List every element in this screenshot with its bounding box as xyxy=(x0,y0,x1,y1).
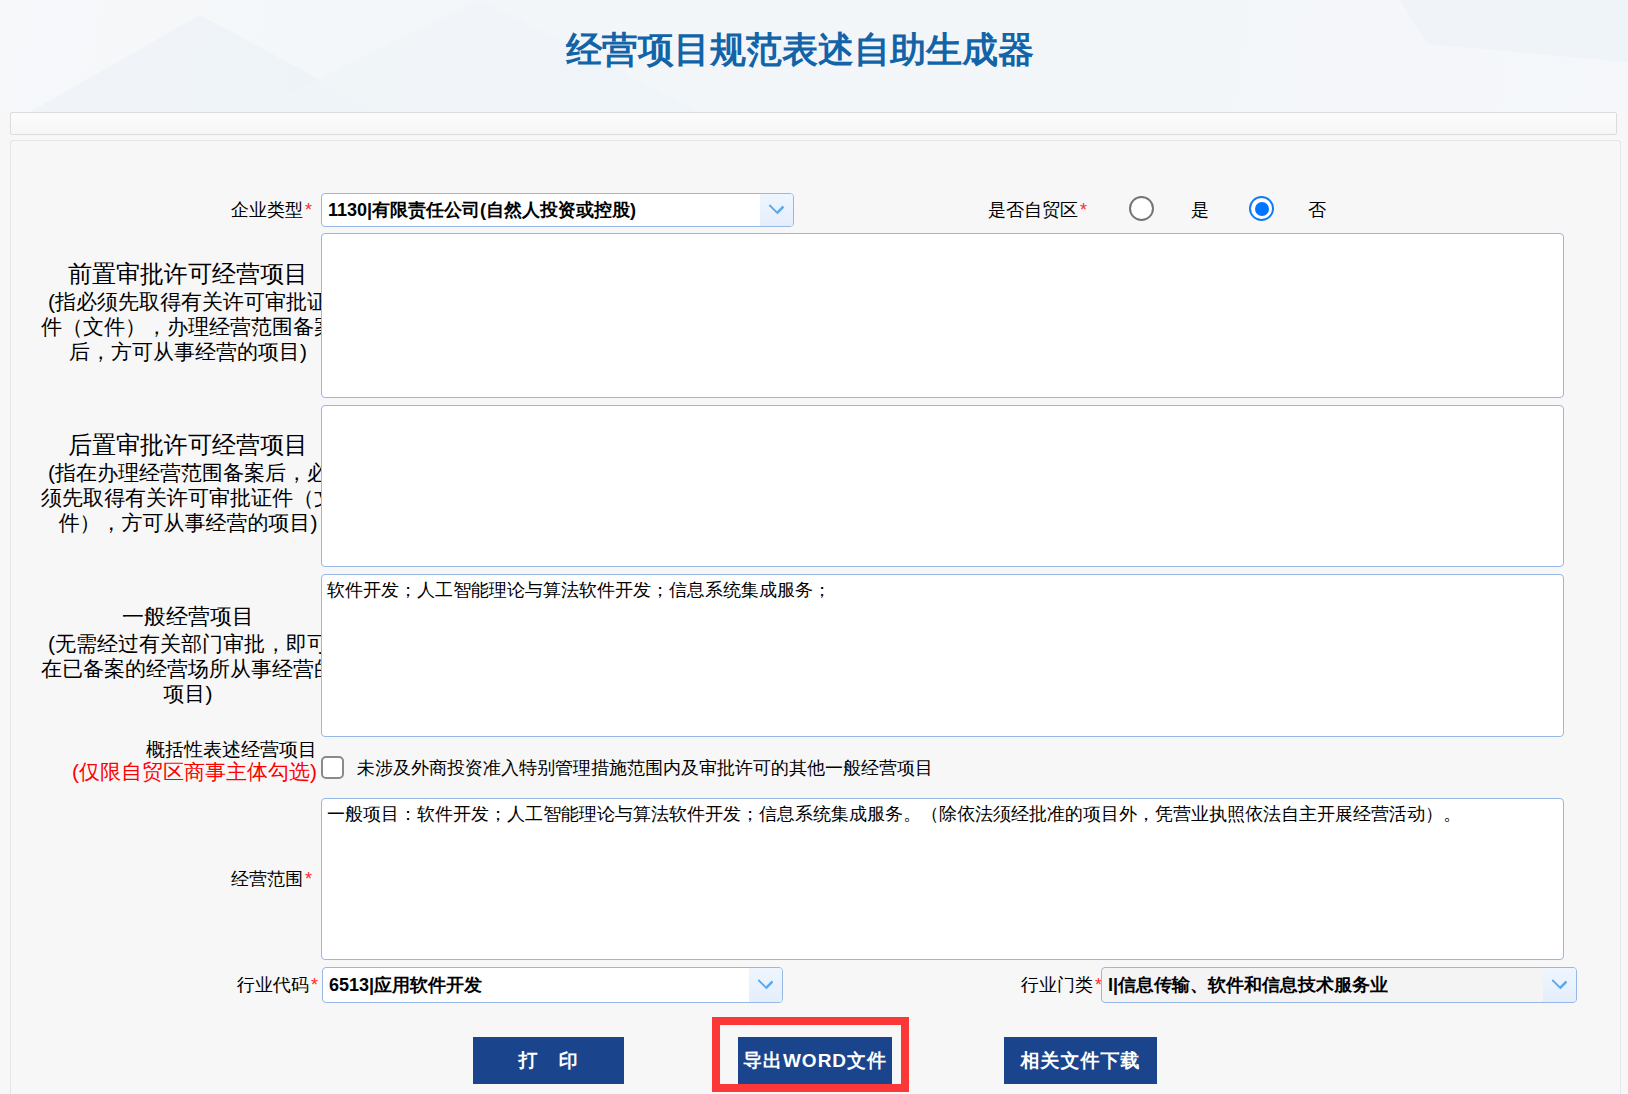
post-approval-title: 后置审批许可经营项目 xyxy=(30,430,346,460)
business-scope-label: 经营范围* xyxy=(0,798,312,960)
industry-code-arrow-zone[interactable] xyxy=(749,968,782,1002)
pre-approval-title: 前置审批许可经营项目 xyxy=(30,259,346,289)
radio-selected-dot xyxy=(1255,202,1269,216)
business-scope-textarea[interactable]: 一般项目：软件开发；人工智能理论与算法软件开发；信息系统集成服务。（除依法须经批… xyxy=(321,798,1564,960)
radio-yes-label[interactable]: 是 xyxy=(1191,193,1209,227)
post-approval-desc: (指在办理经营范围备案后，必 须先取得有关许可审批证件（文 件），方可从事经营的… xyxy=(30,460,346,535)
summary-statement-checkbox[interactable] xyxy=(321,756,344,779)
pre-approval-label: 前置审批许可经营项目 (指必须先取得有关许可审批证 件（文件），办理经营范围备案… xyxy=(30,259,346,364)
industry-code-label: 行业代码* xyxy=(0,967,318,1003)
industry-category-label: 行业门类* xyxy=(788,967,1102,1003)
summary-statement-label: 概括性表述经营项目 (仅限自贸区商事主体勾选) xyxy=(0,739,317,783)
general-items-title: 一般经营项目 xyxy=(30,603,346,631)
summary-statement-checkbox-label[interactable]: 未涉及外商投资准入特别管理措施范围内及审批许可的其他一般经营项目 xyxy=(357,752,933,784)
required-asterisk: * xyxy=(305,200,312,220)
required-asterisk: * xyxy=(1080,200,1087,220)
pre-approval-desc: (指必须先取得有关许可审批证 件（文件），办理经营范围备案 后，方可从事经营的项… xyxy=(30,289,346,364)
free-trade-zone-label: 是否自贸区* xyxy=(775,193,1087,227)
general-items-textarea[interactable]: 软件开发；人工智能理论与算法软件开发；信息系统集成服务； xyxy=(321,574,1564,737)
post-approval-textarea[interactable] xyxy=(321,405,1564,567)
enterprise-type-select[interactable]: 1130|有限责任公司(自然人投资或控股) xyxy=(321,193,794,227)
chevron-down-icon xyxy=(757,973,774,990)
highlight-rectangle xyxy=(712,1017,909,1092)
industry-category-value: I|信息传输、软件和信息技术服务业 xyxy=(1108,968,1388,1002)
pre-approval-textarea[interactable] xyxy=(321,233,1564,398)
post-approval-label: 后置审批许可经营项目 (指在办理经营范围备案后，必 须先取得有关许可审批证件（文… xyxy=(30,430,346,535)
industry-code-value: 6513|应用软件开发 xyxy=(329,968,482,1002)
radio-yes[interactable] xyxy=(1129,196,1154,221)
radio-no-label[interactable]: 否 xyxy=(1308,193,1326,227)
download-files-button[interactable]: 相关文件下载 xyxy=(1004,1037,1157,1084)
general-items-label: 一般经营项目 (无需经过有关部门审批，即可 在已备案的经营场所从事经营的 项目) xyxy=(30,603,346,706)
collapsed-header-bar xyxy=(10,112,1617,135)
industry-category-arrow-zone[interactable] xyxy=(1543,968,1576,1002)
industry-code-select[interactable]: 6513|应用软件开发 xyxy=(322,967,783,1003)
page-title: 经营项目规范表述自助生成器 xyxy=(566,28,1034,72)
summary-statement-label-line1: 概括性表述经营项目 xyxy=(0,739,317,760)
chevron-down-icon xyxy=(1551,973,1568,990)
industry-category-select[interactable]: I|信息传输、软件和信息技术服务业 xyxy=(1101,967,1577,1003)
general-items-desc: (无需经过有关部门审批，即可 在已备案的经营场所从事经营的 项目) xyxy=(30,631,346,706)
enterprise-type-label: 企业类型* xyxy=(0,193,312,227)
enterprise-type-value: 1130|有限责任公司(自然人投资或控股) xyxy=(328,194,636,226)
radio-no[interactable] xyxy=(1249,196,1274,221)
required-asterisk: * xyxy=(305,869,312,889)
print-button[interactable]: 打 印 xyxy=(473,1037,624,1084)
required-asterisk: * xyxy=(311,975,318,995)
summary-statement-label-line2: (仅限自贸区商事主体勾选) xyxy=(0,760,317,783)
